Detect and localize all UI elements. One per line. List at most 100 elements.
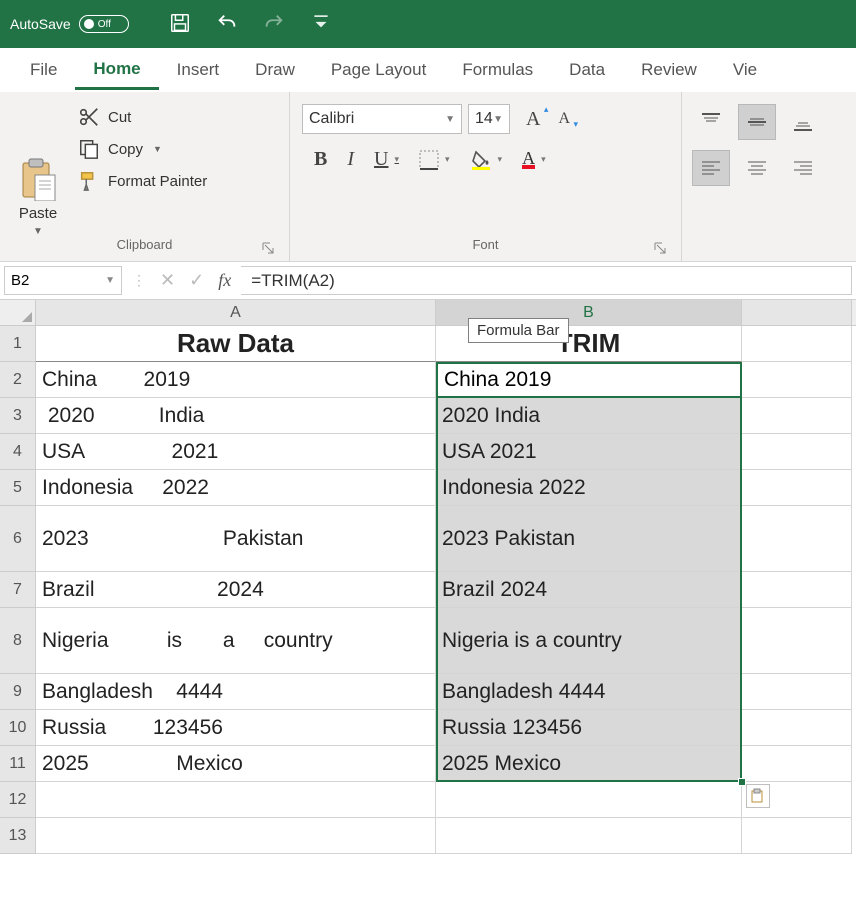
cell[interactable]: Indonesia 2022 [436,470,742,506]
row-header[interactable]: 6 [0,506,36,572]
worksheet-grid[interactable]: A B 12345678910111213 Raw DataChina 2019… [0,300,856,854]
tab-page-layout[interactable]: Page Layout [313,52,444,88]
formula-input[interactable]: =TRIM(A2) [241,266,852,295]
italic-button[interactable]: I [347,148,354,171]
cell[interactable] [742,398,852,434]
autosave-toggle[interactable]: AutoSave Off [10,15,129,33]
row-header[interactable]: 10 [0,710,36,746]
cell[interactable]: 2020 India [36,398,436,434]
borders-button[interactable] [419,150,450,170]
formula-text: =TRIM(A2) [251,271,335,291]
cell[interactable]: 2023 Pakistan [36,506,436,572]
align-top-button[interactable] [692,104,730,140]
row-header[interactable]: 7 [0,572,36,608]
align-right-button[interactable] [784,150,822,186]
align-bottom-button[interactable] [784,104,822,140]
cut-button[interactable]: Cut [78,106,207,128]
fill-handle[interactable] [738,778,746,786]
col-header-C[interactable] [742,300,852,325]
tab-draw[interactable]: Draw [237,52,313,88]
cell[interactable] [742,608,852,674]
borders-icon [419,150,439,170]
increase-font-icon[interactable]: A▴ [526,108,540,131]
fx-icon[interactable]: fx [218,270,231,291]
clipboard-dialog-launcher-icon[interactable] [261,241,275,255]
font-name-combo[interactable]: Calibri ▼ [302,104,462,134]
col-header-A[interactable]: A [36,300,436,325]
cell[interactable]: 2023 Pakistan [436,506,742,572]
cell[interactable]: Russia 123456 [436,710,742,746]
row-header[interactable]: 8 [0,608,36,674]
decrease-font-icon[interactable]: A▾ [558,110,570,128]
cell[interactable]: China 2019 [36,362,436,398]
align-center-button[interactable] [738,150,776,186]
cell[interactable] [742,572,852,608]
cell[interactable]: China 2019 [436,362,742,398]
cell[interactable] [742,362,852,398]
row-header[interactable]: 11 [0,746,36,782]
tab-review[interactable]: Review [623,52,715,88]
cell[interactable] [742,434,852,470]
cell[interactable]: 2025 Mexico [436,746,742,782]
fill-color-button[interactable] [470,149,503,171]
cell[interactable] [742,674,852,710]
cell[interactable]: Brazil 2024 [436,572,742,608]
cell[interactable]: USA 2021 [36,434,436,470]
tab-home[interactable]: Home [75,51,158,90]
row-header[interactable]: 3 [0,398,36,434]
cell[interactable] [742,470,852,506]
cell[interactable] [36,818,436,854]
name-box[interactable]: B2 ▼ [4,266,122,295]
font-size-combo[interactable]: 14 ▼ [468,104,510,134]
row-header[interactable]: 13 [0,818,36,854]
cell[interactable] [436,782,742,818]
row-header[interactable]: 5 [0,470,36,506]
font-color-button[interactable]: A [522,151,546,169]
autosave-switch[interactable]: Off [79,15,129,33]
cell[interactable]: Brazil 2024 [36,572,436,608]
cell[interactable]: Raw Data [36,326,436,362]
cell[interactable]: Bangladesh 4444 [436,674,742,710]
cell[interactable]: Russia 123456 [36,710,436,746]
paste-options-badge[interactable] [746,784,770,808]
cell[interactable] [36,782,436,818]
tab-file[interactable]: File [12,52,75,88]
cell[interactable] [742,746,852,782]
tab-insert[interactable]: Insert [159,52,238,88]
format-painter-button[interactable]: Format Painter [78,170,207,192]
tab-formulas[interactable]: Formulas [444,52,551,88]
font-dialog-launcher-icon[interactable] [653,241,667,255]
enter-icon[interactable]: ✓ [189,270,204,291]
row-header[interactable]: 12 [0,782,36,818]
cancel-icon[interactable]: ✕ [160,270,175,291]
undo-icon[interactable] [216,12,238,37]
cell[interactable]: 2020 India [436,398,742,434]
cell[interactable]: Nigeria is a country [436,608,742,674]
row-header[interactable]: 1 [0,326,36,362]
tab-view[interactable]: Vie [715,52,775,88]
cell[interactable] [742,506,852,572]
underline-button[interactable]: U [374,148,399,171]
cell[interactable]: Bangladesh 4444 [36,674,436,710]
cell[interactable] [742,710,852,746]
copy-button[interactable]: Copy ▼ [78,138,207,160]
row-header[interactable]: 9 [0,674,36,710]
row-header[interactable]: 4 [0,434,36,470]
save-icon[interactable] [169,12,191,37]
align-left-button[interactable] [692,150,730,186]
cell[interactable] [742,818,852,854]
select-all-corner[interactable] [0,300,36,325]
tab-data[interactable]: Data [551,52,623,88]
align-middle-button[interactable] [738,104,776,140]
cell[interactable]: 2025 Mexico [36,746,436,782]
redo-icon[interactable] [263,12,285,37]
cell[interactable]: Nigeria is a country [36,608,436,674]
qat-customize-icon[interactable] [310,12,332,37]
cell[interactable] [436,818,742,854]
bold-button[interactable]: B [314,148,327,171]
row-header[interactable]: 2 [0,362,36,398]
cell[interactable]: USA 2021 [436,434,742,470]
cell[interactable]: Indonesia 2022 [36,470,436,506]
cell[interactable] [742,326,852,362]
paste-button[interactable]: Paste ▼ [8,98,68,237]
